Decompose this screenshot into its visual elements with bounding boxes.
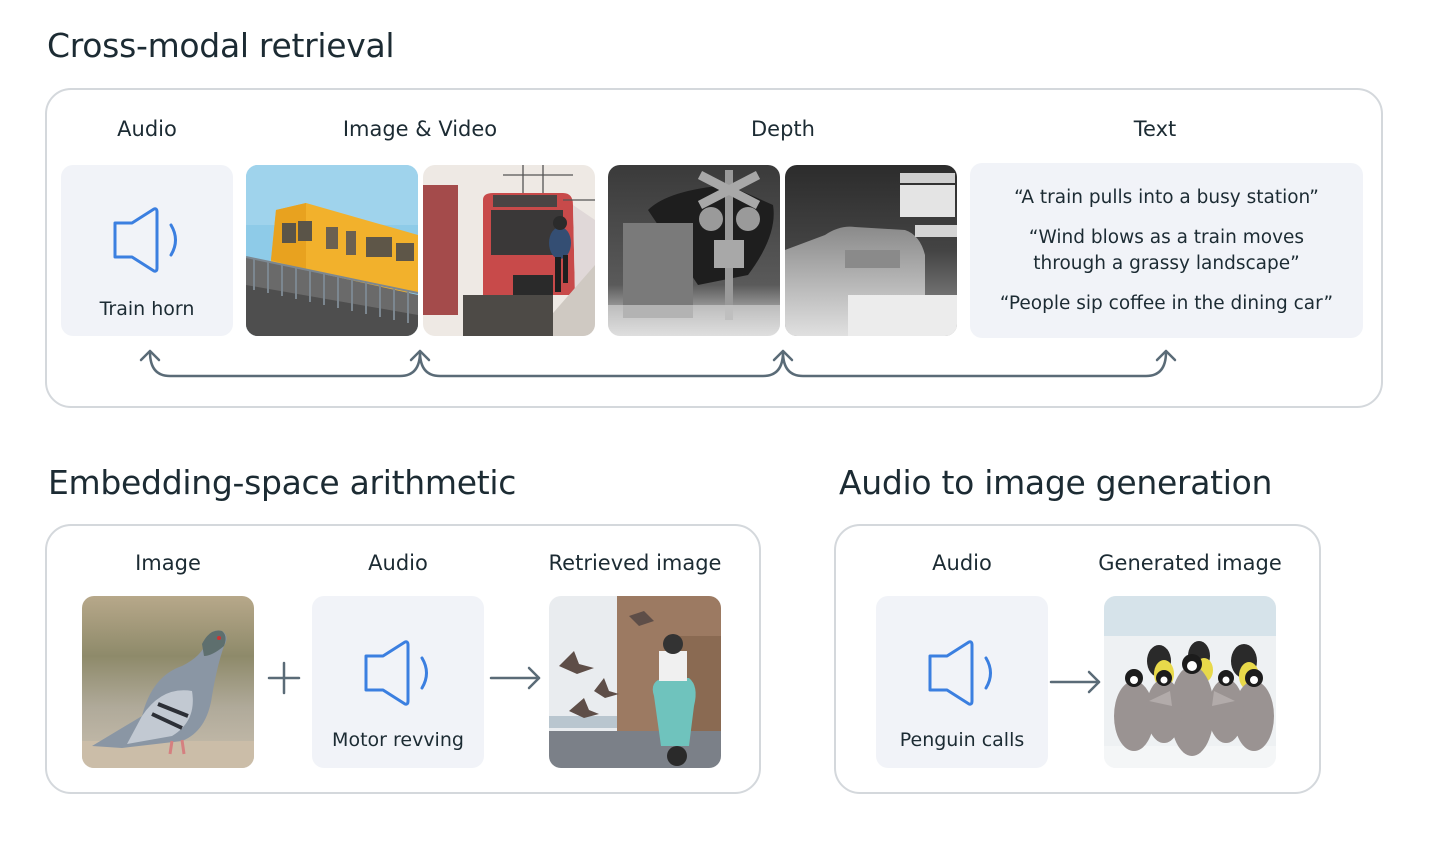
- plus-icon: [267, 661, 301, 695]
- pigeon-illustration: [82, 596, 254, 768]
- penguins-illustration: [1104, 596, 1276, 768]
- arrow-right-icon: [1049, 670, 1101, 694]
- column-label-depth: Depth: [751, 117, 815, 141]
- audio-card-motor-revving[interactable]: Motor revving: [312, 596, 484, 768]
- quote-dining-car: “People sip coffee in the dining car”: [999, 292, 1334, 314]
- arithmetic-title: Embedding-space arithmetic: [48, 463, 517, 502]
- depth-map-crossing[interactable]: [608, 165, 780, 336]
- image-generated-penguins[interactable]: [1104, 596, 1276, 768]
- image-yellow-train[interactable]: [246, 165, 418, 336]
- scooter-illustration: [549, 596, 721, 768]
- audio-card-penguin-calls[interactable]: Penguin calls: [876, 596, 1048, 768]
- column-label-retrieved-image: Retrieved image: [548, 551, 722, 575]
- audio-caption: Penguin calls: [899, 729, 1025, 751]
- cross-modal-title: Cross-modal retrieval: [47, 26, 395, 65]
- quote-wind-blows: “Wind blows as a train moves through a g…: [1028, 226, 1305, 274]
- column-label-generated-image: Generated image: [1098, 551, 1282, 575]
- generation-title: Audio to image generation: [839, 463, 1273, 502]
- image-pigeon[interactable]: [82, 596, 254, 768]
- quote-busy-station: “A train pulls into a busy station”: [1014, 186, 1319, 208]
- depth-map-train[interactable]: [785, 165, 957, 336]
- red-train-illustration: [423, 165, 595, 336]
- retrieval-connector-arrows: [139, 349, 1177, 378]
- image-retrieved-scooter[interactable]: [549, 596, 721, 768]
- arrow-right-icon: [489, 666, 541, 690]
- speaker-icon: [113, 207, 177, 273]
- column-label-text: Text: [1133, 117, 1177, 141]
- depth-train-illustration: [785, 165, 957, 336]
- column-label-audio: Audio: [117, 117, 177, 141]
- audio-caption: Train horn: [99, 298, 195, 320]
- text-quotes-card[interactable]: “A train pulls into a busy station” “Win…: [970, 163, 1363, 338]
- depth-crossing-illustration: [608, 165, 780, 336]
- column-label-image-video: Image & Video: [342, 117, 498, 141]
- speaker-icon: [928, 640, 992, 706]
- image-red-train[interactable]: [423, 165, 595, 336]
- column-label-audio: Audio: [932, 551, 992, 575]
- column-label-image: Image: [135, 551, 201, 575]
- column-label-audio: Audio: [368, 551, 428, 575]
- yellow-train-illustration: [246, 165, 418, 336]
- speaker-icon: [364, 640, 428, 706]
- audio-card-train-horn[interactable]: Train horn: [61, 165, 233, 336]
- audio-caption: Motor revving: [332, 729, 464, 751]
